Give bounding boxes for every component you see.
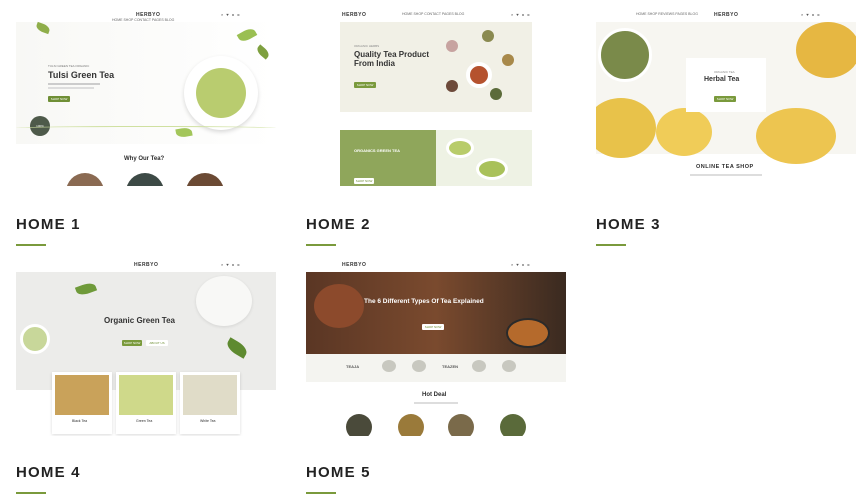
tea-herbs (446, 40, 458, 52)
label-underline (306, 244, 336, 246)
clay-teapot (314, 284, 364, 328)
mini-icons: ⌕ ♥ ◻ ◻ (511, 262, 531, 267)
hero-shop-button[interactable]: SHOP NOW (122, 340, 142, 346)
hero-title: Organic Green Tea (104, 316, 175, 325)
demo-label-home-1[interactable]: HOME 1 (16, 216, 81, 233)
mini-menu: HOME SHOP REVIEWS PAGES BLOG (636, 12, 698, 16)
mini-icons: ⌕ ♥ ◻ ◻ (511, 12, 531, 17)
mini-nav: HERBYO ⌕ ♥ ◻ ◻ (306, 258, 566, 272)
partner-logo: TEAZEN (442, 364, 458, 369)
tea-herbs (482, 30, 494, 42)
hero-shop-button[interactable]: SHOP NOW (48, 96, 70, 102)
hero-shop-button[interactable]: SHOP NOW (422, 324, 444, 330)
label-underline (16, 492, 46, 494)
tea-cup (466, 62, 492, 88)
mini-logo: HERBYO (342, 12, 367, 18)
tea-liquid (196, 68, 246, 118)
dried-herbs-bowl (598, 28, 652, 82)
product-tea-leaves (398, 414, 424, 436)
product-card[interactable]: Black Tea (52, 372, 112, 434)
mini-nav: HERBYO HOME SHOP CONTACT PAGES BLOG ⌕ ♥ … (306, 8, 566, 22)
product-name: White Tea (200, 419, 216, 423)
teapot (196, 276, 252, 326)
hero-shop-button[interactable]: SHOP NOW (354, 82, 376, 88)
hero-subtitle: TULSI GREEN TEA ORGANIC (48, 64, 90, 68)
label-underline (306, 492, 336, 494)
tea-glass (656, 108, 712, 156)
product-tea-leaves (448, 414, 474, 436)
mini-nav: HERBYO ⌕ ♥ ◻ ◻ (16, 258, 276, 272)
hero-subtitle: ORGANIC TEA (714, 70, 735, 74)
partner-logo-mark (412, 360, 426, 372)
tea-bowl (506, 318, 550, 348)
product-name: Black Tea (72, 419, 88, 423)
mini-icons: ⌕ ♥ ◻ ◻ (801, 12, 821, 17)
product-card[interactable]: White Tea (180, 372, 240, 434)
product-tea-leaves (500, 414, 526, 436)
tea-herbs (490, 88, 502, 100)
hero-title: Quality Tea Product From India (354, 50, 429, 68)
product-tea-leaves (346, 414, 372, 436)
hero-about-button[interactable]: ABOUT US (146, 340, 168, 346)
demo-label-home-4[interactable]: HOME 4 (16, 464, 81, 481)
banner-title: ORGANICS GREEN TEA (354, 148, 401, 153)
demo-label-home-2[interactable]: HOME 2 (306, 216, 371, 233)
product-name: Green Tea (136, 419, 153, 423)
label-underline (16, 244, 46, 246)
green-tea-cup (476, 158, 508, 180)
tea-glass (796, 22, 856, 78)
product-card[interactable]: Green Tea (116, 372, 176, 434)
mini-nav: HOME SHOP REVIEWS PAGES BLOG HERBYO ⌕ ♥ … (596, 8, 856, 22)
hero-title: The 6 Different Types Of Tea Explained (364, 298, 484, 305)
demo-thumbnail-home-1[interactable]: HERBYO HOME SHOP CONTACT PAGES BLOG ⌕ ♥ … (16, 8, 276, 186)
hero-title: Herbal Tea (704, 76, 740, 83)
mini-logo: HERBYO (134, 262, 159, 268)
section-title: ONLINE TEA SHOP (696, 164, 754, 170)
partner-logo-mark (472, 360, 486, 372)
tea-cup (20, 324, 50, 354)
mini-nav: HERBYO HOME SHOP CONTACT PAGES BLOG ⌕ ♥ … (16, 8, 276, 22)
tea-herbs (446, 80, 458, 92)
section-title: Why Our Tea? (124, 156, 165, 162)
mini-icons: ⌕ ♥ ◻ ◻ (221, 262, 241, 267)
hero-subtitle: ORGANIC HERBS (354, 44, 380, 48)
partner-logo: TEAJA (346, 364, 360, 369)
demo-thumbnail-home-2[interactable]: HERBYO HOME SHOP CONTACT PAGES BLOG ⌕ ♥ … (306, 8, 566, 186)
label-underline (596, 244, 626, 246)
demo-thumbnail-home-5[interactable]: HERBYO ⌕ ♥ ◻ ◻ The 6 Different Types Of … (306, 258, 566, 436)
mini-icons: ⌕ ♥ ◻ ◻ (221, 12, 241, 17)
tea-herbs (502, 54, 514, 66)
mini-logo: HERBYO (714, 12, 739, 18)
demo-thumbnail-home-4[interactable]: HERBYO ⌕ ♥ ◻ ◻ Organic Green Tea SHOP NO… (16, 258, 276, 436)
partner-logo-mark (502, 360, 516, 372)
hero-shop-button[interactable]: SHOP NOW (714, 96, 736, 102)
section-title: Hot Deal (422, 392, 447, 398)
partner-logo-mark (382, 360, 396, 372)
mini-logo: HERBYO (342, 262, 367, 268)
green-tea-cup (446, 138, 474, 158)
demo-label-home-5[interactable]: HOME 5 (306, 464, 371, 481)
mini-menu: HOME SHOP CONTACT PAGES BLOG (402, 12, 465, 16)
demo-label-home-3[interactable]: HOME 3 (596, 216, 661, 233)
tea-glass (756, 108, 836, 164)
banner-shop-button[interactable]: SHOP NOW (354, 178, 374, 184)
hero-title: Tulsi Green Tea (48, 70, 115, 80)
demo-thumbnail-home-3[interactable]: HOME SHOP REVIEWS PAGES BLOG HERBYO ⌕ ♥ … (596, 8, 856, 186)
